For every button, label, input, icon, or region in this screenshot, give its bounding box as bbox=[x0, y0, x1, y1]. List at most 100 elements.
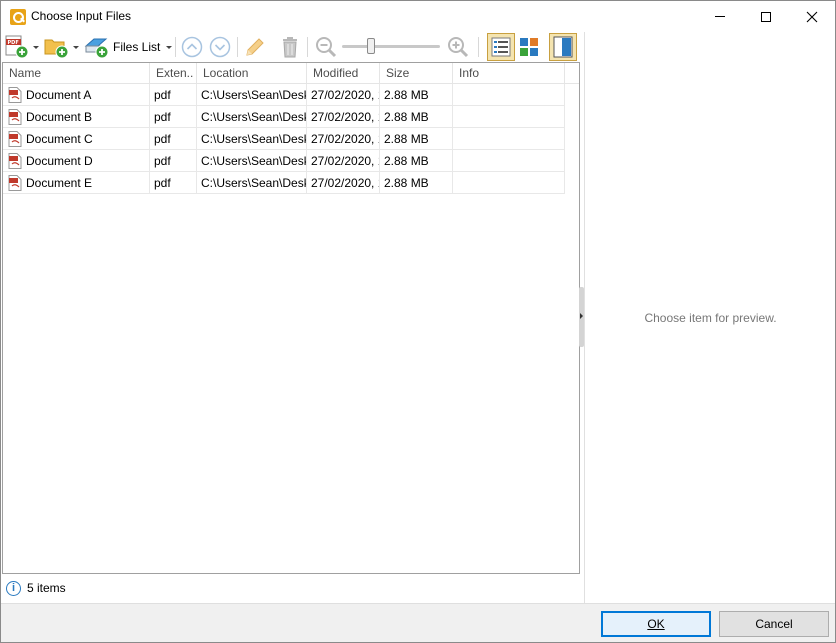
column-header-extension[interactable]: Exten.. bbox=[150, 63, 197, 83]
svg-text:PDF: PDF bbox=[8, 40, 19, 46]
files-list-label: Files List bbox=[113, 40, 161, 54]
ok-button[interactable]: OK bbox=[601, 611, 711, 637]
column-header-location[interactable]: Location bbox=[197, 63, 307, 83]
trash-icon bbox=[283, 37, 297, 58]
file-size: 2.88 MB bbox=[380, 172, 453, 194]
file-info bbox=[453, 172, 565, 194]
table-row[interactable]: Document A pdf C:\Users\Sean\Desk 27/02/… bbox=[3, 84, 579, 106]
column-header-info[interactable]: Info bbox=[453, 63, 565, 83]
status-bar: i 5 items bbox=[1, 574, 581, 603]
files-list[interactable]: Name Exten.. Location Modified Size Info… bbox=[2, 62, 580, 574]
move-up-button[interactable] bbox=[181, 32, 203, 62]
toolbar-separator bbox=[478, 37, 479, 57]
pdf-file-icon bbox=[8, 108, 22, 125]
edit-button[interactable] bbox=[243, 32, 267, 62]
arrow-up-icon bbox=[181, 36, 203, 58]
file-modified: 27/02/2020, 1 bbox=[307, 172, 380, 194]
file-size: 2.88 MB bbox=[380, 106, 453, 128]
file-modified: 27/02/2020, 1 bbox=[307, 84, 380, 106]
file-extension: pdf bbox=[150, 128, 197, 150]
preview-pane-icon bbox=[553, 36, 573, 58]
close-button[interactable] bbox=[789, 1, 835, 32]
maximize-icon bbox=[761, 11, 771, 22]
pdf-file-icon bbox=[8, 174, 22, 191]
file-modified: 27/02/2020, 1 bbox=[307, 128, 380, 150]
pencil-icon bbox=[246, 38, 264, 56]
arrow-down-icon bbox=[209, 36, 231, 58]
ok-button-label: OK bbox=[647, 617, 665, 631]
column-header-size[interactable]: Size bbox=[380, 63, 453, 83]
add-folder-button[interactable] bbox=[44, 32, 79, 62]
column-header-name[interactable]: Name bbox=[3, 63, 150, 83]
move-down-button[interactable] bbox=[209, 32, 231, 62]
toolbar-separator bbox=[307, 37, 308, 57]
file-location: C:\Users\Sean\Desk bbox=[197, 172, 307, 194]
file-info bbox=[453, 128, 565, 150]
file-extension: pdf bbox=[150, 150, 197, 172]
add-files-dropdown-caret[interactable] bbox=[33, 45, 39, 49]
file-name: Document D bbox=[26, 154, 93, 168]
close-icon bbox=[806, 11, 818, 22]
zoom-slider-thumb[interactable] bbox=[367, 38, 375, 54]
minimize-icon bbox=[715, 16, 725, 17]
file-size: 2.88 MB bbox=[380, 84, 453, 106]
zoom-in-button[interactable] bbox=[446, 32, 470, 62]
file-name: Document B bbox=[26, 110, 93, 124]
file-modified: 27/02/2020, 1 bbox=[307, 106, 380, 128]
add-pdf-file-icon: PDF bbox=[5, 35, 29, 59]
file-extension: pdf bbox=[150, 172, 197, 194]
pdf-file-icon bbox=[8, 86, 22, 103]
files-list-dropdown-caret[interactable] bbox=[166, 45, 173, 49]
toolbar-separator bbox=[237, 37, 238, 57]
preview-pane-toggle[interactable] bbox=[549, 33, 577, 61]
file-extension: pdf bbox=[150, 106, 197, 128]
file-info bbox=[453, 150, 565, 172]
file-extension: pdf bbox=[150, 84, 197, 106]
thumbnails-view-icon bbox=[520, 38, 538, 56]
file-location: C:\Users\Sean\Desk bbox=[197, 128, 307, 150]
file-size: 2.88 MB bbox=[380, 150, 453, 172]
zoom-out-button[interactable] bbox=[314, 32, 338, 62]
preview-pane: Choose item for preview. bbox=[584, 32, 835, 603]
cancel-button-label: Cancel bbox=[755, 617, 793, 631]
details-view-button[interactable] bbox=[487, 33, 515, 61]
cancel-button[interactable]: Cancel bbox=[719, 611, 829, 637]
app-icon bbox=[10, 9, 26, 25]
collapse-arrow-icon[interactable] bbox=[580, 313, 583, 319]
zoom-out-icon bbox=[316, 37, 337, 58]
table-row[interactable]: Document C pdf C:\Users\Sean\Desk 27/02/… bbox=[3, 128, 579, 150]
files-list-button[interactable]: Files List bbox=[84, 32, 173, 62]
file-location: C:\Users\Sean\Desk bbox=[197, 106, 307, 128]
zoom-slider-track[interactable] bbox=[342, 45, 440, 48]
window-title: Choose Input Files bbox=[31, 9, 132, 23]
thumbnails-view-button[interactable] bbox=[515, 33, 543, 61]
minimize-button[interactable] bbox=[697, 1, 743, 32]
file-info bbox=[453, 84, 565, 106]
item-count: 5 items bbox=[27, 581, 66, 595]
table-row[interactable]: Document E pdf C:\Users\Sean\Desk 27/02/… bbox=[3, 172, 579, 194]
toolbar-separator bbox=[175, 37, 176, 57]
dialog-footer: OK Cancel bbox=[1, 603, 835, 642]
title-bar: Choose Input Files bbox=[1, 1, 835, 32]
file-location: C:\Users\Sean\Desk bbox=[197, 150, 307, 172]
add-folder-dropdown-caret[interactable] bbox=[73, 45, 79, 49]
add-files-button[interactable]: PDF bbox=[4, 32, 39, 62]
file-size: 2.88 MB bbox=[380, 128, 453, 150]
files-list-icon bbox=[84, 38, 109, 59]
delete-button[interactable] bbox=[278, 32, 302, 62]
file-location: C:\Users\Sean\Desk bbox=[197, 84, 307, 106]
info-icon: i bbox=[6, 581, 21, 596]
list-header: Name Exten.. Location Modified Size Info bbox=[3, 63, 579, 84]
pdf-file-icon bbox=[8, 152, 22, 169]
column-header-modified[interactable]: Modified bbox=[307, 63, 380, 83]
preview-placeholder: Choose item for preview. bbox=[644, 311, 777, 325]
pdf-file-icon bbox=[8, 130, 22, 147]
details-view-icon bbox=[491, 37, 511, 57]
zoom-in-icon bbox=[448, 37, 469, 58]
table-row[interactable]: Document B pdf C:\Users\Sean\Desk 27/02/… bbox=[3, 106, 579, 128]
maximize-button[interactable] bbox=[743, 1, 789, 32]
file-name: Document E bbox=[26, 176, 93, 190]
add-folder-icon bbox=[44, 39, 69, 59]
table-row[interactable]: Document D pdf C:\Users\Sean\Desk 27/02/… bbox=[3, 150, 579, 172]
dialog-window: Choose Input Files PDF Files List Name E… bbox=[0, 0, 836, 643]
